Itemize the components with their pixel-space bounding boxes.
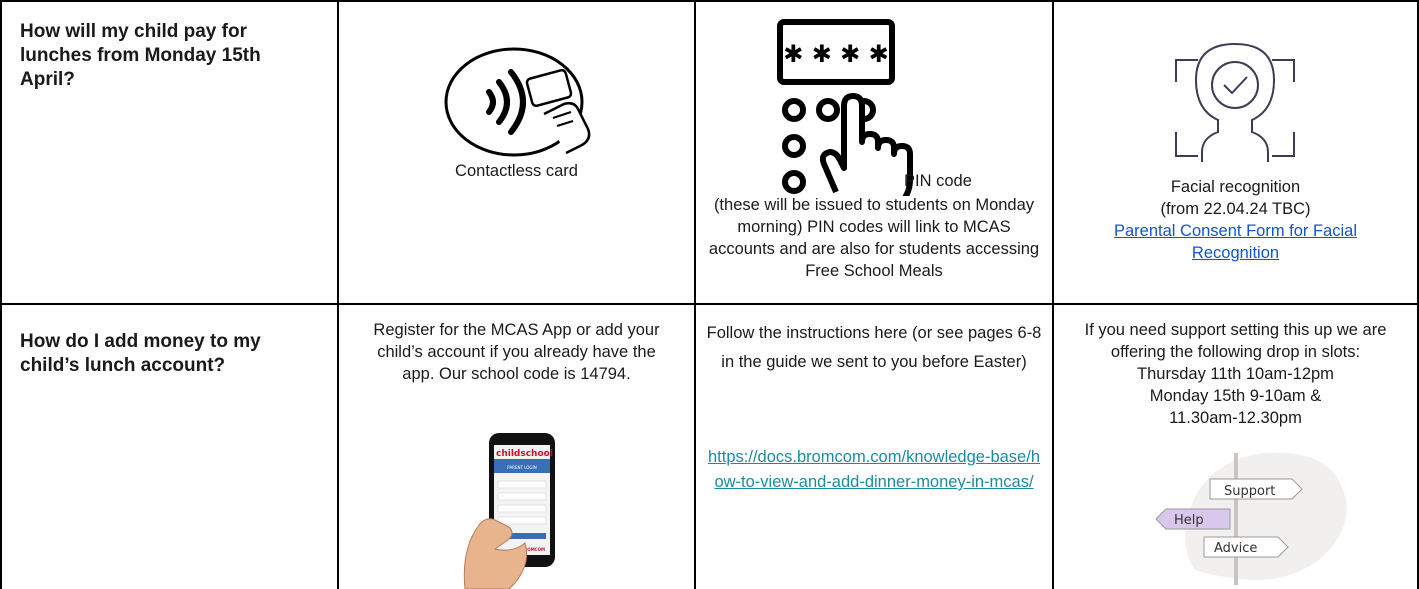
support-cell: If you need support setting this up we a… xyxy=(1054,305,1417,589)
consent-link-wrap: Parental Consent Form for Facial Recogni… xyxy=(1074,220,1397,264)
facial-cell: Facial recognition (from 22.04.24 TBC) P… xyxy=(1054,2,1417,303)
signpost-illustration: Support Help Advice xyxy=(1155,452,1347,585)
sign-advice: Advice xyxy=(1214,541,1257,556)
instructions-text: Follow the instructions here (or see pag… xyxy=(706,324,1042,371)
sign-support: Support xyxy=(1224,484,1275,499)
phone-app-subtitle: PARENT LOGIN xyxy=(507,465,536,470)
phone-in-hand-image: childschool PARENT LOGIN BROMCOM xyxy=(463,433,555,589)
face-scan-icon xyxy=(1175,42,1295,162)
bromcom-link-wrap: https://docs.bromcom.com/knowledge-base/… xyxy=(706,445,1042,495)
contactless-card-icon xyxy=(444,47,591,157)
facial-date-note: (from 22.04.24 TBC) xyxy=(1160,200,1311,218)
sign-help: Help xyxy=(1174,513,1204,528)
keypad-hand-icon: ✱ ✱ ✱ ✱ xyxy=(777,19,913,196)
mcas-cell: Register for the MCAS App or add your ch… xyxy=(339,305,694,589)
instructions-cell: Follow the instructions here (or see pag… xyxy=(696,305,1052,589)
bromcom-guide-link[interactable]: https://docs.bromcom.com/knowledge-base/… xyxy=(708,448,1040,491)
question-pay-lunches: How will my child pay for lunches from M… xyxy=(20,21,261,90)
mcas-instructions: Register for the MCAS App or add your ch… xyxy=(373,321,660,383)
pin-cell: ✱ ✱ ✱ ✱ PIN code (these will be issued t… xyxy=(696,2,1052,303)
pin-description: (these will be issued to students on Mon… xyxy=(708,196,1040,280)
table-border-left xyxy=(0,0,2,589)
facial-label: Facial recognition xyxy=(1170,178,1301,196)
support-intro: If you need support setting this up we a… xyxy=(1084,321,1387,361)
support-slot-thursday: Thursday 11th 10am-12pm xyxy=(1137,365,1334,383)
parental-consent-link[interactable]: Parental Consent Form for Facial Recogni… xyxy=(1114,222,1357,262)
pin-label: PIN code xyxy=(904,172,972,190)
phone-app-brand: childschool xyxy=(496,449,553,459)
contactless-label: Contactless card xyxy=(455,162,578,180)
support-slot-monday: Monday 15th 9-10am & xyxy=(1149,387,1322,405)
contactless-cell: Contactless card xyxy=(339,2,694,303)
keypad-code-display: ✱ ✱ ✱ ✱ xyxy=(783,40,889,68)
support-slot-monday-2: 11.30am-12.30pm xyxy=(1169,409,1302,427)
lunch-info-table: How will my child pay for lunches from M… xyxy=(0,0,1419,589)
question-add-money: How do I add money to my child’s lunch a… xyxy=(20,331,261,376)
